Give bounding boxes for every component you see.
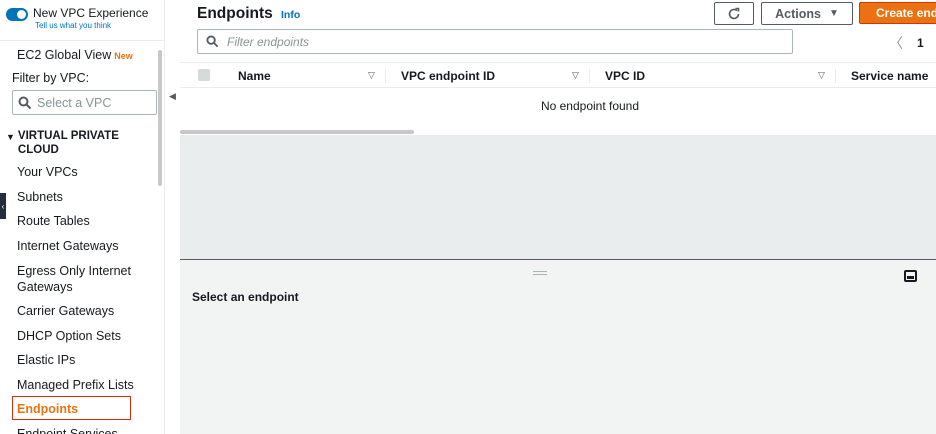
column-divider[interactable] (589, 69, 590, 83)
sidebar-item-ec2-global-view[interactable]: EC2 Global View New (17, 47, 133, 64)
search-icon (206, 35, 219, 48)
sidebar-divider (0, 40, 164, 41)
endpoints-table-panel: Endpoints Info Actions▼ Create endpoint … (180, 0, 936, 135)
new-badge: New (114, 51, 133, 61)
sidebar-scrollbar[interactable] (158, 50, 162, 186)
pagination: 〈 1 (889, 33, 924, 53)
filter-by-vpc-label: Filter by VPC: (12, 71, 90, 85)
vpc-select[interactable]: Select a VPC (12, 90, 157, 115)
new-vpc-experience-toggle-row: New VPC Experience Tell us what you thin… (6, 6, 148, 31)
collapse-sidebar-icon[interactable]: ◀ (169, 91, 176, 102)
sidebar-item-internet-gateways[interactable]: Internet Gateways (17, 238, 118, 254)
sort-icon[interactable]: ▽ (572, 70, 579, 81)
sidebar-item-endpoints[interactable]: Endpoints (17, 401, 78, 417)
column-header-vpc-id[interactable]: VPC ID (605, 69, 645, 83)
previous-page-icon[interactable]: 〈 (889, 33, 903, 53)
column-header-name[interactable]: Name (238, 69, 271, 83)
sidebar-item-label: EC2 Global View (17, 48, 112, 62)
sort-icon[interactable]: ▽ (368, 70, 375, 81)
section-title: VIRTUAL PRIVATE CLOUD (17, 130, 119, 156)
sidebar-item-carrier-gateways[interactable]: Carrier Gateways (17, 303, 114, 319)
select-all-checkbox[interactable] (198, 69, 210, 81)
sidebar-item-subnets[interactable]: Subnets (17, 189, 63, 205)
actions-button[interactable]: Actions ▼ (761, 2, 853, 25)
sidebar-item-managed-prefix-lists[interactable]: Managed Prefix Lists (17, 377, 134, 393)
refresh-button[interactable] (714, 2, 754, 25)
sidebar-item-route-tables[interactable]: Route Tables (17, 213, 90, 229)
sidebar-item-dhcp-option-sets[interactable]: DHCP Option Sets (17, 328, 121, 344)
sidebar-item-endpoint-services[interactable]: Endpoint Services (17, 426, 118, 434)
page-title: Endpoints (197, 5, 273, 22)
split-detail-panel: Select an endpoint (180, 260, 936, 434)
toggle-text: New VPC Experience Tell us what you thin… (33, 6, 148, 31)
sidebar-item-egress-only-internet-gateways[interactable]: Egress Only Internet Gateways (17, 263, 142, 295)
horizontal-scrollbar[interactable] (180, 130, 414, 134)
toggle-title: New VPC Experience (33, 6, 149, 20)
empty-table-message: No endpoint found (540, 99, 640, 113)
table-header: Name ▽ VPC endpoint ID ▽ VPC ID ▽ Servic… (180, 62, 936, 88)
filter-placeholder: Filter endpoints (227, 34, 310, 49)
column-divider[interactable] (835, 69, 836, 83)
caret-down-icon: ▼ (828, 8, 839, 19)
new-vpc-experience-toggle[interactable] (6, 8, 28, 21)
info-link[interactable]: Info (281, 9, 300, 21)
sidebar-item-elastic-ips[interactable]: Elastic IPs (17, 352, 75, 368)
section-virtual-private-cloud[interactable]: ▼ VIRTUAL PRIVATE CLOUD (6, 129, 128, 157)
column-header-service-name[interactable]: Service name (851, 69, 928, 83)
filter-endpoints-input[interactable]: Filter endpoints (197, 29, 793, 54)
panel-position-icon[interactable] (904, 270, 917, 282)
resize-handle-icon[interactable] (533, 271, 547, 275)
detail-title: Select an endpoint (192, 290, 299, 304)
side-navigation: New VPC Experience Tell us what you thin… (0, 0, 165, 434)
column-divider[interactable] (385, 69, 386, 83)
feedback-link[interactable]: Tell us what you think (35, 20, 148, 31)
sidebar-item-your-vpcs[interactable]: Your VPCs (17, 164, 78, 180)
tools-panel-tab[interactable]: ‹ (0, 193, 6, 219)
vpc-select-placeholder: Select a VPC (37, 95, 112, 110)
column-header-vpc-endpoint-id[interactable]: VPC endpoint ID (401, 69, 495, 83)
sort-icon[interactable]: ▽ (818, 70, 825, 81)
search-icon (18, 96, 32, 109)
actions-label: Actions (775, 6, 821, 21)
caret-down-icon: ▼ (6, 132, 15, 142)
current-page-number[interactable]: 1 (917, 36, 924, 50)
main-content: Endpoints Info Actions▼ Create endpoint … (180, 0, 936, 434)
create-endpoint-button[interactable]: Create endpoint (859, 2, 936, 24)
refresh-icon (728, 7, 740, 19)
